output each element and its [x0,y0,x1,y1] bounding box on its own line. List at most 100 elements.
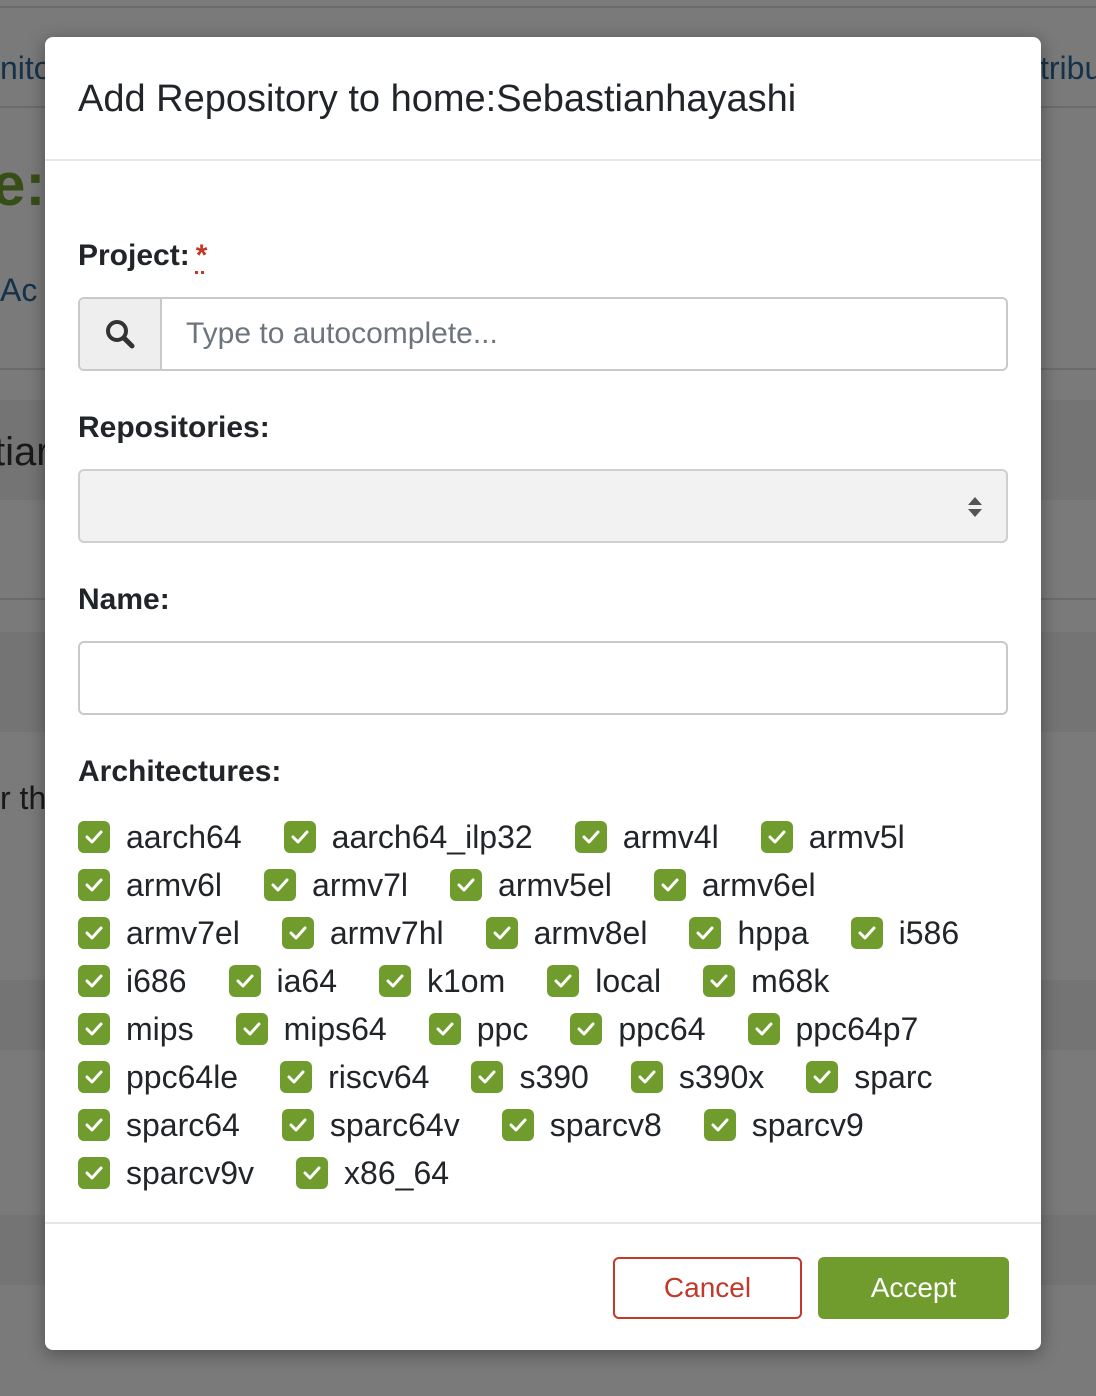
architecture-row: armv6l armv7l armv5el armv6el [78,865,858,905]
checkmark-icon[interactable] [296,1157,329,1189]
repositories-label: Repositories: [78,411,270,444]
cancel-button[interactable]: Cancel [613,1257,802,1319]
checkmark-icon[interactable] [78,1157,110,1189]
project-label-text: Project: [78,239,190,272]
architecture-row: i686 ia64 k1om local m68k [78,961,871,1001]
architecture-checkbox-mips64[interactable]: mips64 [235,1011,387,1048]
architecture-checkbox-k1om[interactable]: k1om [379,963,505,1000]
architecture-checkbox-sparcv9[interactable]: sparcv9 [703,1106,864,1144]
architecture-checkbox-ppc64le[interactable]: ppc64le [78,1059,238,1096]
checkmark-icon[interactable] [78,965,110,997]
search-icon [80,299,162,369]
architecture-checkbox-ppc64p7[interactable]: ppc64p7 [747,1011,918,1048]
architecture-label: armv7el [126,914,240,951]
checkmark-icon[interactable] [228,965,261,997]
architecture-checkbox-sparc[interactable]: sparc [806,1059,932,1096]
architecture-label: ppc64le [126,1058,239,1095]
checkmark-icon[interactable] [547,965,580,997]
architecture-label: m68k [751,962,830,999]
architecture-checkbox-aarch64[interactable]: aarch64 [78,819,242,856]
architecture-checkbox-armv8el[interactable]: armv8el [485,914,648,952]
checkmark-icon[interactable] [806,1061,839,1093]
architecture-checkbox-armv7el[interactable]: armv7el [78,915,240,952]
architecture-row: sparcv9v x86_64 [78,1153,491,1193]
checkmark-icon[interactable] [281,917,314,949]
name-input[interactable] [78,641,1008,715]
architecture-label: armv5l [808,818,905,855]
architecture-checkbox-s390[interactable]: s390 [471,1058,589,1096]
architecture-label: armv8el [533,914,648,951]
project-autocomplete-input[interactable] [162,299,1006,369]
checkmark-icon[interactable] [235,1013,268,1045]
architecture-checkbox-sparc64[interactable]: sparc64 [78,1107,240,1144]
architecture-checkbox-m68k[interactable]: m68k [703,963,829,1000]
architecture-checkbox-armv7hl[interactable]: armv7hl [281,914,444,952]
accept-button[interactable]: Accept [818,1257,1009,1319]
architecture-label: armv7hl [329,914,444,951]
repositories-select[interactable] [78,469,1008,543]
architecture-checkbox-local[interactable]: local [547,963,661,1000]
project-input-group [78,297,1008,371]
checkmark-icon[interactable] [689,917,722,949]
architecture-label: armv6el [701,866,816,903]
architecture-checkbox-s390x[interactable]: s390x [630,1058,765,1096]
checkmark-icon[interactable] [78,1061,110,1093]
checkmark-icon[interactable] [703,965,736,997]
architecture-checkbox-ppc[interactable]: ppc [428,1011,528,1048]
checkmark-icon[interactable] [281,1109,314,1141]
architecture-checkbox-sparc64v[interactable]: sparc64v [281,1107,460,1144]
architecture-checkbox-sparcv9v[interactable]: sparcv9v [78,1155,254,1192]
architecture-label: armv6l [126,866,223,903]
architecture-label: armv7l [312,866,409,903]
checkmark-icon[interactable] [78,1109,110,1141]
modal-title: Add Repository to home:Sebastianhayashi [78,78,797,120]
architecture-checkbox-armv4l[interactable]: armv4l [574,819,719,856]
checkmark-icon[interactable] [850,917,883,949]
checkmark-icon[interactable] [379,965,411,997]
checkmark-icon[interactable] [501,1109,534,1141]
checkmark-icon[interactable] [264,869,297,901]
architecture-label: local [595,962,662,999]
checkmark-icon[interactable] [471,1061,504,1093]
architecture-checkbox-mips[interactable]: mips [78,1011,194,1048]
checkmark-icon[interactable] [703,1109,736,1141]
checkmark-icon[interactable] [78,869,110,901]
checkmark-icon[interactable] [78,917,110,949]
checkmark-icon[interactable] [283,821,316,853]
checkmark-icon[interactable] [570,1013,603,1045]
architecture-label: s390x [678,1058,765,1095]
architecture-checkbox-i686[interactable]: i686 [78,963,187,1000]
checkmark-icon[interactable] [280,1061,313,1093]
checkmark-icon[interactable] [574,821,607,853]
architecture-label: sparc64 [126,1106,240,1143]
architecture-checkbox-x86_64[interactable]: x86_64 [296,1155,449,1192]
architecture-checkbox-armv6el[interactable]: armv6el [653,866,816,904]
architecture-checkbox-armv5el[interactable]: armv5el [450,867,612,904]
architecture-checkbox-hppa[interactable]: hppa [689,915,809,952]
architecture-checkbox-armv5l[interactable]: armv5l [760,818,905,856]
architecture-checkbox-aarch64_ilp32[interactable]: aarch64_ilp32 [283,819,533,856]
checkmark-icon[interactable] [747,1013,780,1045]
architecture-checkbox-armv7l[interactable]: armv7l [264,867,408,904]
checkmark-icon[interactable] [485,917,518,949]
required-mark: * [195,239,208,272]
architecture-label: sparc [854,1058,933,1095]
checkmark-icon[interactable] [450,869,483,901]
modal-footer: Cancel Accept [45,1222,1041,1350]
architecture-checkbox-ppc64[interactable]: ppc64 [570,1011,706,1048]
architecture-checkbox-riscv64[interactable]: riscv64 [280,1059,429,1096]
checkmark-icon[interactable] [630,1061,663,1093]
architecture-checkbox-armv6l[interactable]: armv6l [78,867,222,904]
architecture-checkbox-sparcv8[interactable]: sparcv8 [501,1107,662,1144]
architecture-label: ia64 [276,962,338,999]
architecture-checkbox-i586[interactable]: i586 [850,915,959,952]
checkmark-icon[interactable] [78,1013,110,1045]
checkmark-icon[interactable] [78,821,110,853]
checkmark-icon[interactable] [428,1013,461,1045]
architecture-checkbox-ia64[interactable]: ia64 [228,962,338,1000]
architecture-label: sparcv9 [751,1106,864,1143]
checkmark-icon[interactable] [760,821,793,853]
architecture-label: x86_64 [344,1154,450,1191]
checkmark-icon[interactable] [653,869,686,901]
architecture-label: s390 [519,1058,589,1095]
